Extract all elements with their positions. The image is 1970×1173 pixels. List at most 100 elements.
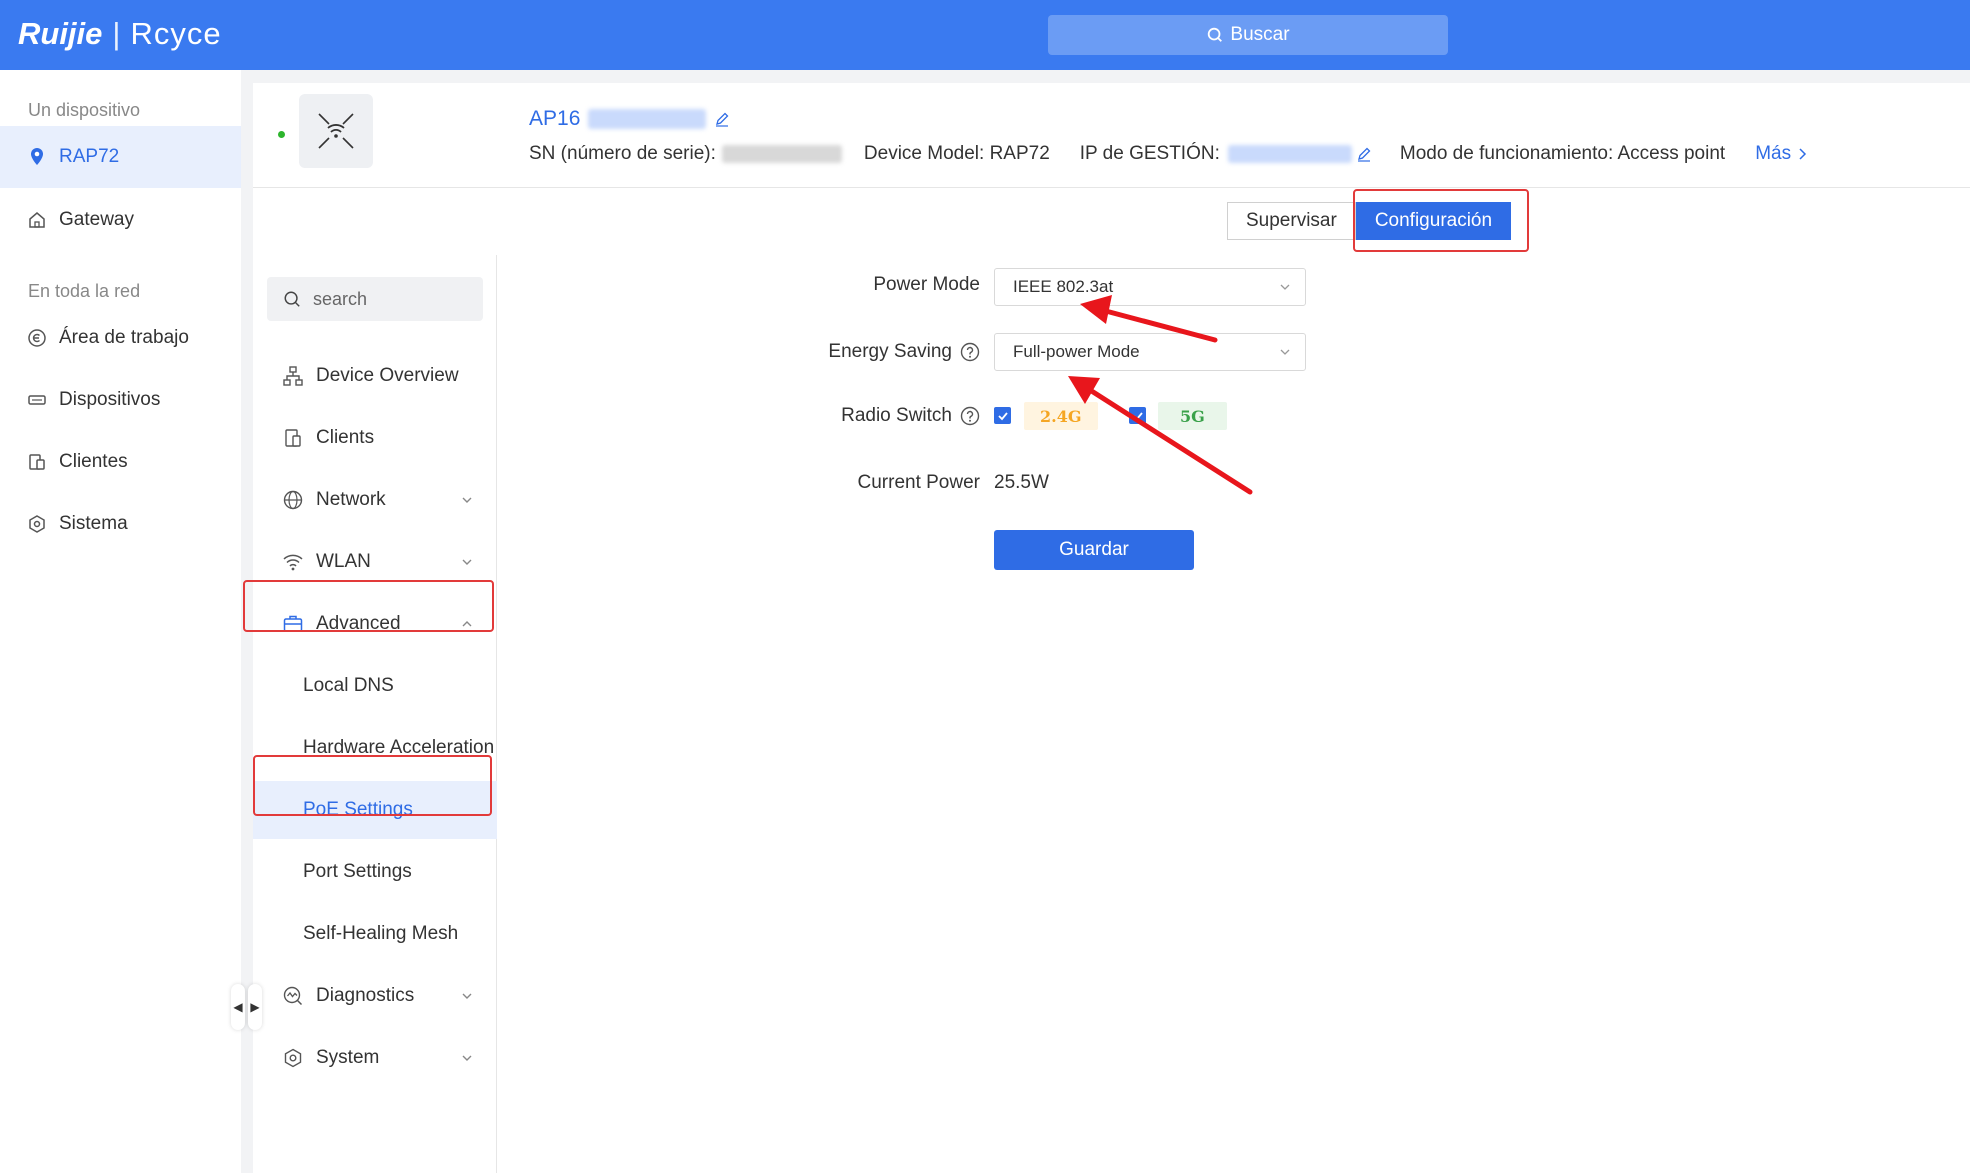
mode-switch: Supervisar Configuración xyxy=(1227,202,1512,240)
menu-label: Network xyxy=(316,489,386,510)
chevron-up-icon xyxy=(462,621,472,627)
gear-icon xyxy=(29,515,45,533)
device-model: Device Model: RAP72 xyxy=(863,143,1050,164)
global-search-button[interactable]: Buscar xyxy=(1048,15,1448,55)
menu-label: Diagnostics xyxy=(316,985,415,1006)
edit-ip-pencil-icon[interactable] xyxy=(1356,146,1372,162)
current-power-label-text: Current Power xyxy=(857,472,981,493)
more-link[interactable]: Más xyxy=(1755,143,1807,165)
checkmark-icon xyxy=(1132,411,1143,420)
edit-pencil-icon[interactable] xyxy=(714,111,730,127)
nav-item-clients[interactable]: Clientes xyxy=(0,431,241,493)
menu-label: WLAN xyxy=(316,551,371,572)
help-icon[interactable] xyxy=(960,342,980,362)
device-header: AP16 SN (número de serie): Device Model:… xyxy=(253,83,1970,188)
collapse-left-icon[interactable]: ◀ xyxy=(231,984,245,1030)
nav-item-label: RAP72 xyxy=(59,146,120,167)
menu-hardware-acceleration[interactable]: Hardware Acceleration xyxy=(253,719,497,777)
expand-right-icon[interactable]: ▶ xyxy=(248,984,262,1030)
menu-label: System xyxy=(316,1047,380,1068)
chevron-down-icon xyxy=(462,1055,472,1061)
diagnostics-icon xyxy=(283,986,303,1006)
radio-switch-label-text: Radio Switch xyxy=(841,405,952,426)
power-mode-value: IEEE 802.3at xyxy=(1013,277,1114,296)
energy-saving-label-text: Energy Saving xyxy=(828,341,952,362)
menu-diagnostics[interactable]: Diagnostics xyxy=(253,967,497,1025)
chevron-down-icon xyxy=(462,993,472,999)
online-status-dot xyxy=(278,131,285,138)
current-power-value: 25.5W xyxy=(994,472,1049,493)
brand-logo[interactable]: Ruijie | Rcyce xyxy=(18,16,222,52)
nav-item-label: Dispositivos xyxy=(59,389,161,410)
menu-wlan[interactable]: WLAN xyxy=(253,533,497,591)
more-link-label: Más xyxy=(1755,143,1792,164)
energy-saving-select[interactable]: Full-power Mode xyxy=(994,333,1306,371)
nav-item-label: Gateway xyxy=(59,209,134,230)
section-title-network: En toda la red xyxy=(28,281,141,301)
nav-item-gateway[interactable]: Gateway xyxy=(0,189,241,251)
radio-24g-checkbox[interactable] xyxy=(994,407,1011,424)
management-ip-label: IP de GESTIÓN: xyxy=(1079,143,1220,164)
menu-self-healing-mesh[interactable]: Self-Healing Mesh xyxy=(253,905,497,963)
clients-icon xyxy=(285,429,301,447)
topology-icon xyxy=(283,366,303,386)
devices-icon xyxy=(28,395,46,405)
location-pin-icon xyxy=(31,148,43,165)
radio-5g-checkbox[interactable] xyxy=(1129,407,1146,424)
menu-label: Clients xyxy=(316,427,375,448)
redacted-serial xyxy=(721,145,842,163)
workspace-icon xyxy=(28,329,46,347)
configuration-tab-button[interactable]: Configuración xyxy=(1355,202,1512,240)
help-icon[interactable] xyxy=(960,406,980,426)
save-button[interactable]: Guardar xyxy=(994,530,1194,570)
home-icon xyxy=(29,212,45,228)
menu-label: Device Overview xyxy=(316,365,459,386)
menu-search-input[interactable]: search xyxy=(267,277,483,321)
menu-label: Advanced xyxy=(316,613,401,634)
menu-local-dns[interactable]: Local DNS xyxy=(253,657,497,715)
sidebar-collapse-handle[interactable]: ◀ ▶ xyxy=(231,984,262,1030)
toolbox-icon xyxy=(283,615,303,632)
device-name: AP16 xyxy=(529,107,730,131)
menu-system[interactable]: System xyxy=(253,1029,497,1087)
main-panel: AP16 SN (número de serie): Device Model:… xyxy=(253,83,1970,1173)
chevron-right-icon xyxy=(1799,148,1807,160)
chevron-down-icon xyxy=(462,559,472,565)
chevron-down-icon xyxy=(462,497,472,503)
energy-saving-value: Full-power Mode xyxy=(1013,342,1140,361)
nav-item-devices[interactable]: Dispositivos xyxy=(0,369,241,431)
radio-5g-badge: 5G xyxy=(1158,402,1227,430)
nav-item-label: Clientes xyxy=(59,451,128,472)
device-meta: SN (número de serie): Device Model: RAP7… xyxy=(529,143,1807,165)
nav-item-system[interactable]: Sistema xyxy=(0,493,241,555)
redacted-alias xyxy=(588,109,707,129)
menu-search-placeholder: search xyxy=(313,288,368,309)
menu-advanced[interactable]: Advanced xyxy=(253,595,497,653)
search-icon xyxy=(284,291,300,307)
radio-24g-badge: 2.4G xyxy=(1024,402,1098,430)
global-search-label: Buscar xyxy=(1230,24,1290,45)
menu-clients[interactable]: Clients xyxy=(253,409,497,467)
top-bar: Ruijie | Rcyce Buscar xyxy=(0,0,1970,70)
nav-item-label: Área de trabajo xyxy=(59,327,189,348)
nav-item-workspace[interactable]: Área de trabajo xyxy=(0,307,241,369)
nav-item-rap72[interactable]: RAP72 xyxy=(0,126,241,188)
current-power-label: Current Power xyxy=(620,472,981,494)
radio-switch-label: Radio Switch xyxy=(620,405,980,427)
menu-device-overview[interactable]: Device Overview xyxy=(253,347,497,405)
wifi-icon xyxy=(283,554,303,571)
serial-label: SN (número de serie): xyxy=(529,143,716,164)
power-mode-select[interactable]: IEEE 802.3at xyxy=(994,268,1306,306)
logo-left: Ruijie xyxy=(18,16,103,51)
redacted-ip xyxy=(1227,145,1352,163)
device-name-text: AP16 xyxy=(529,107,581,130)
menu-port-settings[interactable]: Port Settings xyxy=(253,843,497,901)
work-mode: Modo de funcionamiento: Access point xyxy=(1399,143,1726,164)
menu-network[interactable]: Network xyxy=(253,471,497,529)
nav-item-label: Sistema xyxy=(59,513,128,534)
menu-poe-settings[interactable]: PoE Settings xyxy=(253,781,497,839)
power-mode-label-text: Power Mode xyxy=(873,274,980,295)
power-mode-label: Power Mode xyxy=(620,274,980,296)
monitor-tab-button[interactable]: Supervisar xyxy=(1227,202,1356,240)
search-icon xyxy=(1208,27,1223,42)
